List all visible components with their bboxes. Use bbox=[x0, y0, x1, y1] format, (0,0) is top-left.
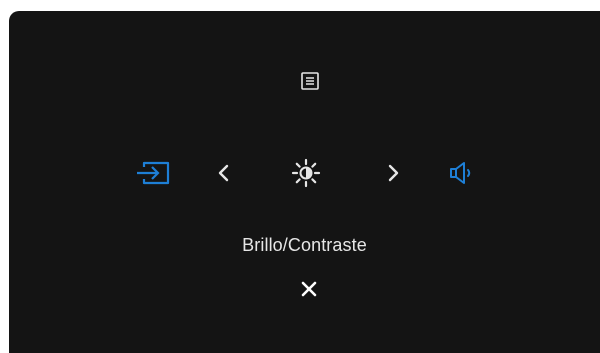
previous-button[interactable] bbox=[212, 161, 236, 185]
close-button[interactable] bbox=[296, 276, 322, 302]
close-icon bbox=[301, 281, 317, 297]
menu-button[interactable] bbox=[298, 69, 322, 93]
monitor-osd-panel: Brillo/Contraste bbox=[9, 11, 600, 353]
input-source-icon bbox=[137, 161, 170, 185]
brightness-contrast-icon bbox=[291, 158, 321, 188]
next-button[interactable] bbox=[381, 161, 405, 185]
volume-icon bbox=[450, 162, 471, 184]
volume-button[interactable] bbox=[446, 158, 480, 188]
brightness-contrast-button[interactable] bbox=[290, 157, 322, 189]
current-function-label: Brillo/Contraste bbox=[242, 235, 367, 255]
input-source-button[interactable] bbox=[133, 159, 173, 187]
chevron-left-icon bbox=[218, 164, 229, 182]
menu-icon bbox=[301, 72, 319, 90]
chevron-right-icon bbox=[388, 164, 399, 182]
